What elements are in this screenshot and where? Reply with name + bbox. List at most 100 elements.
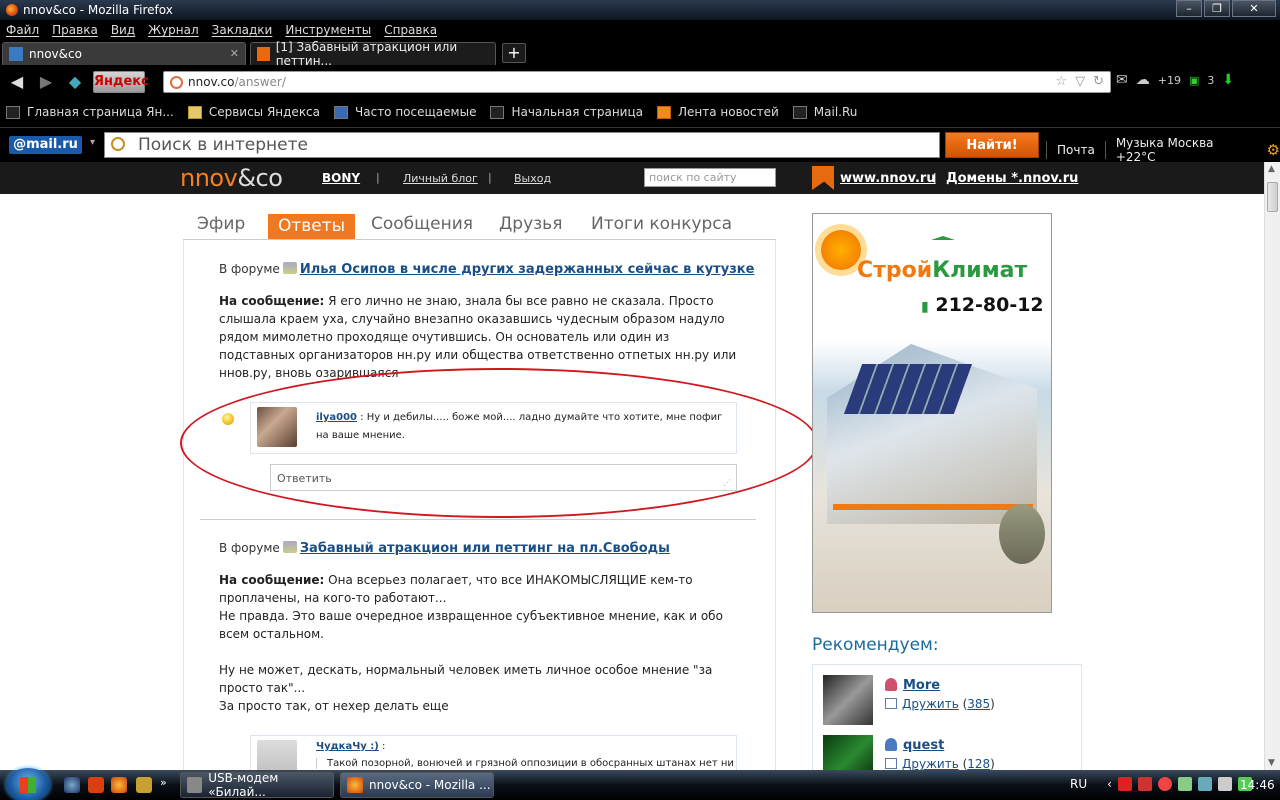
advertisement-banner[interactable]: СтройКлимат ▮ 212-80-12 <box>812 213 1052 613</box>
forward-button[interactable]: ▶ <box>34 70 58 94</box>
friend-line: Дружить (385) <box>885 697 995 711</box>
find-button[interactable]: Найти! <box>945 132 1039 158</box>
mail-link[interactable]: Почта <box>1057 143 1095 157</box>
forum-icon <box>282 262 297 274</box>
dropdown-arrow-icon[interactable]: ▽ <box>1075 74 1085 89</box>
chevron-left-icon[interactable]: ‹ <box>1107 777 1112 791</box>
menu-view[interactable]: Вид <box>111 23 135 37</box>
gear-icon[interactable]: ⚙ <box>1267 141 1280 159</box>
tab-efir[interactable]: Эфир <box>197 214 245 234</box>
home-icon[interactable]: ◆ <box>63 70 87 94</box>
tab-contest-results[interactable]: Итоги конкурса <box>591 214 732 234</box>
bookmark-start-page[interactable]: Начальная страница <box>490 105 643 119</box>
bookmark-most-visited[interactable]: Часто посещаемые <box>334 105 476 119</box>
menu-tools[interactable]: Инструменты <box>285 23 371 37</box>
taskbar-button-firefox[interactable]: nnov&co - Mozilla ... <box>340 772 494 798</box>
befriend-link[interactable]: Дружить <box>902 697 959 711</box>
bookmark-mailru[interactable]: Mail.Ru <box>792 105 857 119</box>
friend-count-link[interactable]: 385 <box>967 697 990 711</box>
volume-icon[interactable] <box>1217 777 1232 791</box>
bookmark-news-feed[interactable]: Лента новостей <box>657 105 779 119</box>
tray-icon[interactable] <box>1157 777 1172 791</box>
brand-part: Строй <box>857 258 933 283</box>
menu-file[interactable]: Файл <box>6 23 39 37</box>
comment-author-link[interactable]: ЧудкаЧу :) <box>316 741 379 752</box>
reload-icon[interactable]: ↻ <box>1093 74 1104 89</box>
minimize-button[interactable]: – <box>1176 0 1202 17</box>
scroll-up-icon[interactable]: ▲ <box>1268 164 1275 174</box>
scroll-down-icon[interactable]: ▼ <box>1268 758 1275 768</box>
scroll-thumb[interactable] <box>1267 182 1278 212</box>
bookmark-star-icon[interactable]: ☆ <box>1055 74 1067 89</box>
system-tray: RU ‹ <box>1070 777 1252 791</box>
web-search-input[interactable]: Поиск в интернете <box>104 132 940 158</box>
bookmark-yandex-services[interactable]: Сервисы Яндекса <box>187 105 321 119</box>
language-indicator[interactable]: RU <box>1070 777 1087 791</box>
befriend-link[interactable]: Дружить <box>902 757 959 770</box>
menu-edit[interactable]: Правка <box>52 23 98 37</box>
bookmark-label: Сервисы Яндекса <box>208 105 321 119</box>
blog-link[interactable]: Личный блог <box>403 172 478 185</box>
user-link[interactable]: BONY <box>322 171 360 185</box>
tab-friends[interactable]: Друзья <box>499 214 562 234</box>
tray-icon[interactable] <box>1177 777 1192 791</box>
url-path: /answer/ <box>234 75 286 89</box>
forum-topic-link[interactable]: Забавный атракцион или петтинг на пл.Сво… <box>300 541 670 556</box>
chevron-down-icon[interactable]: ▾ <box>90 137 95 148</box>
comment-text: ЧудкаЧу :) : <box>316 738 726 756</box>
logout-link[interactable]: Выход <box>514 172 551 185</box>
green-arrow-icon[interactable]: ⬇ <box>1222 72 1234 88</box>
bookmark-yandex-home[interactable]: Главная страница Ян... <box>6 105 174 119</box>
site-logo[interactable]: nnov&co <box>180 164 283 192</box>
friend-count-link[interactable]: 128 <box>967 757 990 770</box>
ad-phone: ▮ 212-80-12 <box>921 294 1044 316</box>
comment-box: ЧудкаЧу :) : Такой позорной, вонючей и г… <box>250 735 737 770</box>
start-button[interactable] <box>6 768 50 800</box>
url-bar[interactable]: nnov.co/answer/ ☆ ▽ ↻ <box>163 71 1111 93</box>
taskbar-button-modem[interactable]: USB-модем «Билай... <box>180 771 334 799</box>
mailru-logo[interactable]: @mail.ru <box>9 136 82 154</box>
menu-bookmarks[interactable]: Закладки <box>212 23 273 37</box>
taskbar-label: USB-модем «Билай... <box>208 771 279 799</box>
avatar[interactable] <box>823 735 873 770</box>
music-weather-link[interactable]: Музыка Москва +22°C <box>1116 136 1257 164</box>
maximize-button[interactable]: ❐ <box>1204 0 1230 17</box>
firefox-icon <box>347 777 363 793</box>
vertical-scrollbar[interactable]: ▲ ▼ <box>1264 162 1280 770</box>
forum-topic-link[interactable]: Илья Осипов в числе других задержанных с… <box>300 262 755 277</box>
clock[interactable]: 14:46 <box>1240 778 1275 792</box>
tray-icon[interactable] <box>1137 777 1152 791</box>
firefox-window: nnov&co - Mozilla Firefox – ❐ ✕ Файл Пра… <box>0 0 1280 800</box>
tab-messages[interactable]: Сообщения <box>371 214 473 234</box>
firefox-icon[interactable] <box>111 777 127 793</box>
chevron-right-icon[interactable]: » <box>160 776 167 789</box>
tab-nnov[interactable]: nnov&co ✕ <box>2 42 246 65</box>
mail-envelope-icon[interactable]: ✉ <box>1116 72 1128 88</box>
tab-forum-thread[interactable]: [1] Забавный атракцион или петтин... <box>250 40 496 68</box>
new-tab-button[interactable]: + <box>502 43 526 63</box>
user-link[interactable]: More <box>885 678 940 693</box>
download-icon[interactable]: ▣ <box>1189 74 1199 87</box>
forum-prefix: В форуме <box>219 262 280 276</box>
app-icon[interactable] <box>136 777 152 793</box>
app-icon[interactable] <box>88 777 104 793</box>
nnov-ru-link[interactable]: www.nnov.ru <box>840 171 936 186</box>
user-link[interactable]: quest <box>885 738 944 753</box>
tab-answers[interactable]: Ответы <box>268 214 356 239</box>
avatar[interactable] <box>823 675 873 725</box>
network-icon[interactable] <box>1197 777 1212 791</box>
avatar[interactable] <box>257 740 297 770</box>
tray-icon[interactable] <box>1117 777 1132 791</box>
phone-number: 212-80-12 <box>935 294 1044 316</box>
menu-help[interactable]: Справка <box>384 23 437 37</box>
ie-icon[interactable] <box>64 777 80 793</box>
yandex-button[interactable]: Яндекс <box>93 71 149 93</box>
site-search-input[interactable]: поиск по сайту <box>644 168 776 187</box>
menu-history[interactable]: Журнал <box>148 23 199 37</box>
tab-close-icon[interactable]: ✕ <box>230 47 239 60</box>
url-host: nnov.co <box>188 75 235 89</box>
close-button[interactable]: ✕ <box>1232 0 1276 17</box>
cloud-icon[interactable]: ☁ <box>1136 72 1150 88</box>
domains-link[interactable]: Домены *.nnov.ru <box>946 171 1078 186</box>
back-button[interactable]: ◀ <box>5 70 29 94</box>
